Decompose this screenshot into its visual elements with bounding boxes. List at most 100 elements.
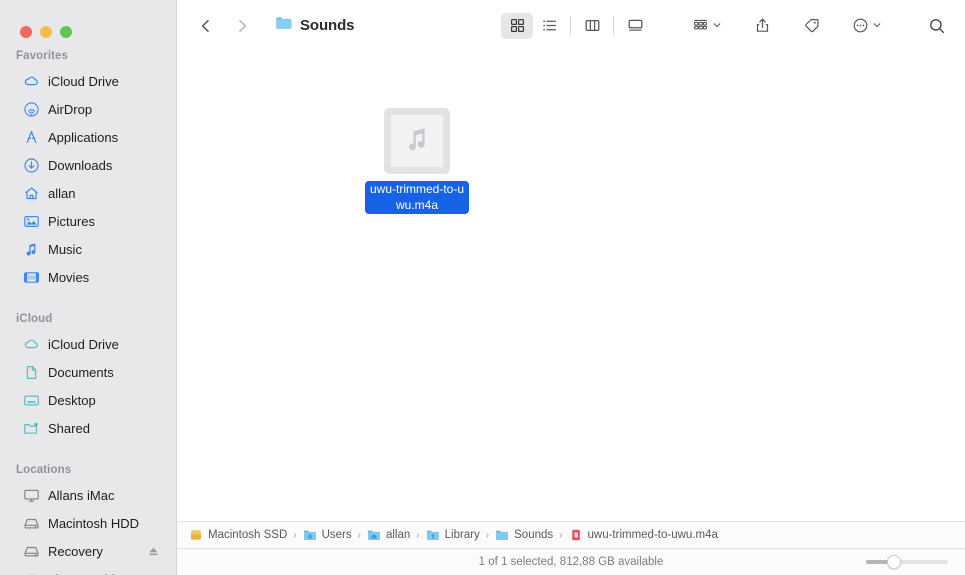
breadcrumb-separator: ›: [357, 529, 361, 541]
eject-icon[interactable]: [148, 546, 159, 557]
sidebar: Favorites iCloud Drive AirDrop Applicati…: [0, 0, 177, 575]
list-view-button[interactable]: [533, 13, 565, 39]
sidebar-section-favorites: Favorites iCloud Drive AirDrop Applicati…: [0, 50, 176, 291]
sidebar-item-pictures[interactable]: Pictures: [7, 207, 169, 235]
breadcrumb-item-allan[interactable]: allan: [367, 528, 410, 542]
sidebar-item-macintosh-hdd[interactable]: Macintosh HDD: [7, 509, 169, 537]
breadcrumb-label: Users: [321, 529, 352, 541]
movies-icon: [23, 269, 40, 286]
breadcrumb-item-users[interactable]: Users: [303, 528, 352, 542]
folder-title: Sounds: [275, 14, 355, 37]
sidebar-item-downloads[interactable]: Downloads: [7, 151, 169, 179]
close-button[interactable]: [20, 26, 32, 38]
group-by-button[interactable]: [687, 13, 727, 39]
sidebar-item-label: Desktop: [48, 392, 96, 408]
breadcrumb-item-library[interactable]: Library: [426, 528, 480, 542]
share-button[interactable]: [749, 13, 776, 39]
sidebar-section-title: Favorites: [16, 50, 69, 62]
sidebar-item-movies[interactable]: Movies: [7, 263, 169, 291]
harddisk-icon: [23, 543, 40, 560]
harddisk-icon: [23, 571, 40, 575]
chevron-down-icon: [872, 17, 882, 35]
back-button[interactable]: [193, 13, 219, 39]
sidebar-item-label: AirDrop: [48, 101, 93, 117]
breadcrumb-label: Macintosh SSD: [208, 529, 288, 541]
sidebar-section-locations: Locations Allans iMac Macintosh HDD Reco…: [0, 464, 176, 575]
sidebar-item-time-machine[interactable]: Time Machine...: [7, 565, 169, 575]
sidebar-item-label: iCloud Drive: [48, 73, 119, 89]
search-button[interactable]: [923, 13, 951, 39]
breadcrumb-item-file[interactable]: uwu-trimmed-to-uwu.m4a: [569, 528, 718, 542]
sidebar-item-desktop[interactable]: Desktop: [7, 386, 169, 414]
forward-button[interactable]: [229, 13, 255, 39]
folder-icon: [275, 14, 293, 37]
sidebar-item-label: Downloads: [48, 157, 113, 173]
icon-size-slider[interactable]: [866, 555, 948, 569]
breadcrumb-separator: ›: [559, 529, 563, 541]
sidebar-item-allans-imac[interactable]: Allans iMac: [7, 481, 169, 509]
file-name-label[interactable]: uwu-trimmed-to-uwu.m4a: [365, 181, 469, 214]
music-icon: [23, 241, 40, 258]
sidebar-item-label: Recovery: [48, 543, 103, 559]
breadcrumb-item-sounds[interactable]: Sounds: [495, 528, 553, 542]
sidebar-item-label: Documents: [48, 364, 114, 380]
breadcrumb-label: Library: [444, 529, 480, 541]
minimize-button[interactable]: [40, 26, 52, 38]
sidebar-item-applications[interactable]: Applications: [7, 123, 169, 151]
harddisk-icon: [23, 515, 40, 532]
downloads-icon: [23, 157, 40, 174]
sidebar-item-icloud-drive[interactable]: iCloud Drive: [7, 67, 169, 95]
folder-title-label: Sounds: [300, 17, 355, 34]
sidebar-item-recovery[interactable]: Recovery: [7, 537, 169, 565]
more-options-button[interactable]: [847, 13, 887, 39]
maximize-button[interactable]: [60, 26, 72, 38]
chevron-down-icon: [712, 17, 722, 35]
sidebar-section-title: Locations: [16, 464, 72, 476]
breadcrumb-label: allan: [385, 529, 411, 541]
sidebar-item-label: iCloud Drive: [48, 336, 119, 352]
music-note-icon: [402, 124, 432, 159]
status-bar: 1 of 1 selected, 812,88 GB available: [177, 548, 965, 575]
window-controls: [0, 0, 176, 45]
slider-knob[interactable]: [887, 555, 902, 569]
breadcrumb-label: uwu-trimmed-to-uwu.m4a: [587, 529, 718, 541]
pictures-icon: [23, 213, 40, 230]
sidebar-item-shared[interactable]: Shared: [7, 414, 169, 442]
home-icon: [23, 185, 40, 202]
desktop-icon: [23, 392, 40, 409]
file-item[interactable]: uwu-trimmed-to-uwu.m4a: [364, 108, 470, 214]
icon-view-button[interactable]: [501, 12, 533, 39]
status-text: 1 of 1 selected, 812,88 GB available: [478, 556, 664, 568]
icloud-icon: [23, 73, 40, 90]
breadcrumb-item-macintosh-ssd[interactable]: Macintosh SSD: [189, 528, 287, 542]
shared-folder-icon: [23, 420, 40, 437]
imac-icon: [23, 487, 40, 504]
document-icon: [23, 364, 40, 381]
airdrop-icon: [23, 101, 40, 118]
gallery-view-button[interactable]: [619, 13, 651, 39]
tag-button[interactable]: [798, 13, 825, 39]
sidebar-item-label: Music: [48, 241, 82, 257]
folder-icon: [495, 528, 509, 542]
sidebar-item-music[interactable]: Music: [7, 235, 169, 263]
sidebar-item-label: Macintosh HDD: [48, 515, 140, 531]
finder-window: Favorites iCloud Drive AirDrop Applicati…: [0, 0, 965, 575]
sidebar-item-label: Shared: [48, 420, 90, 436]
sidebar-item-icloud-drive-2[interactable]: iCloud Drive: [7, 330, 169, 358]
sidebar-item-documents[interactable]: Documents: [7, 358, 169, 386]
sidebar-item-airdrop[interactable]: AirDrop: [7, 95, 169, 123]
sidebar-section-icloud: iCloud iCloud Drive Documents Desktop Sh…: [0, 313, 176, 442]
file-grid[interactable]: uwu-trimmed-to-uwu.m4a: [177, 51, 965, 521]
sidebar-item-label: Pictures: [48, 213, 95, 229]
breadcrumb-separator: ›: [485, 529, 490, 541]
breadcrumb-label: Sounds: [514, 529, 554, 541]
sidebar-item-home[interactable]: allan: [7, 179, 169, 207]
sidebar-item-label: Allans iMac: [48, 487, 115, 503]
breadcrumb-separator: ›: [293, 529, 297, 541]
view-mode-group: [501, 12, 651, 39]
column-view-button[interactable]: [576, 13, 608, 39]
file-thumbnail[interactable]: [384, 108, 450, 174]
sidebar-item-label: Movies: [48, 269, 90, 285]
audio-file-preview: [390, 114, 444, 168]
m4a-file-icon: [569, 528, 583, 542]
